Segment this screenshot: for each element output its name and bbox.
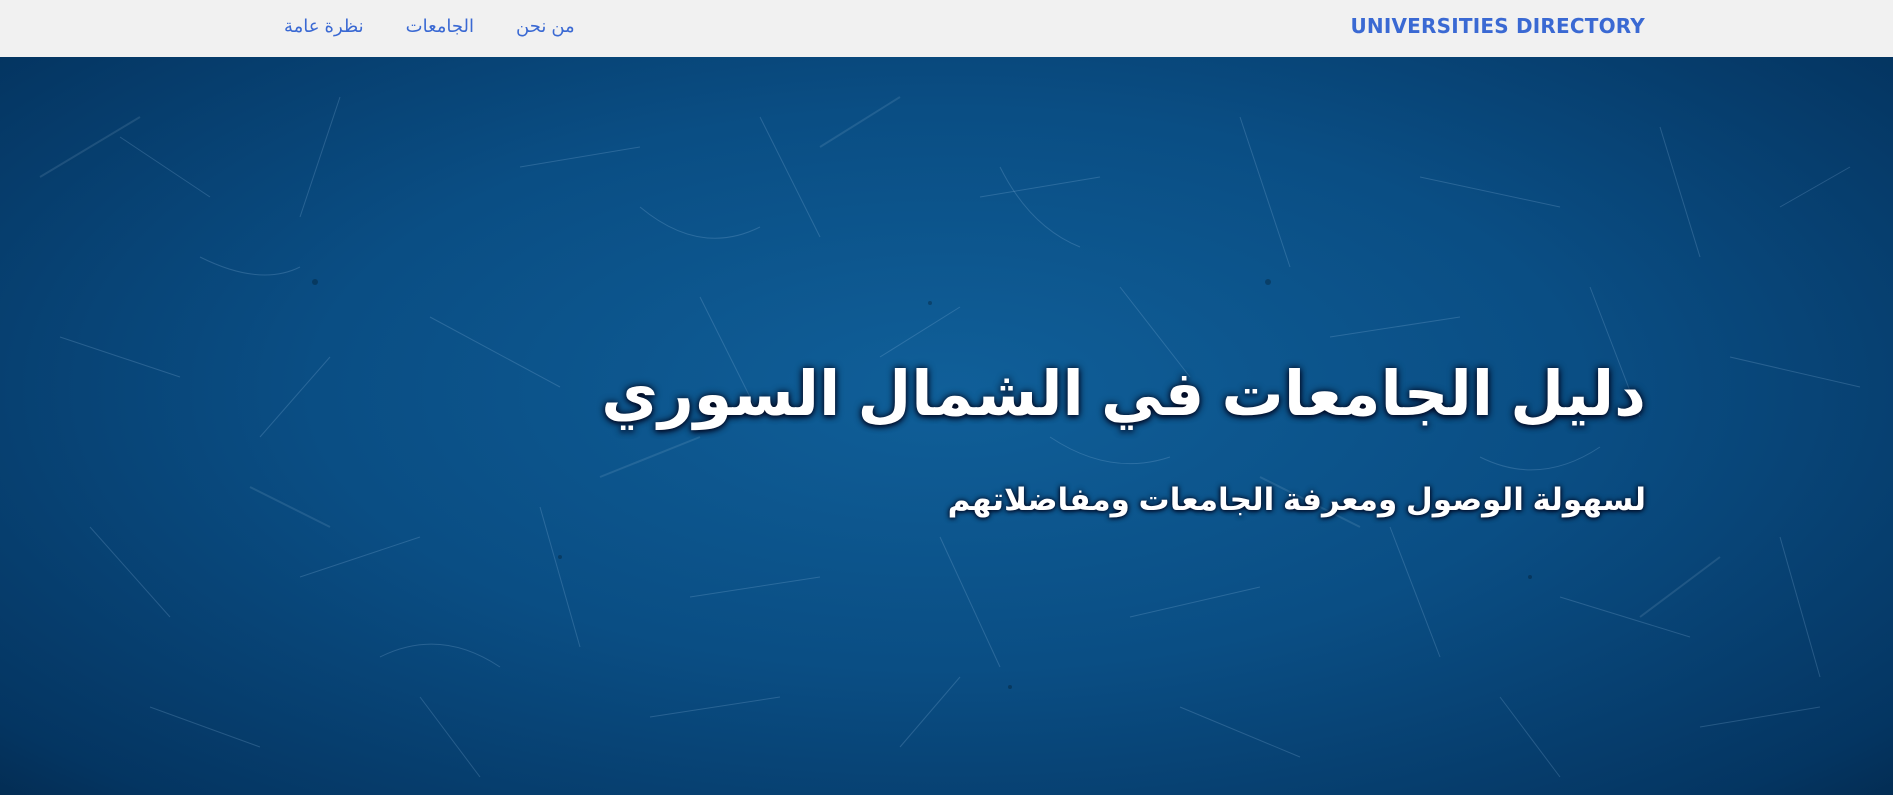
navbar: UNIVERSITIES DIRECTORY نظرة عامة الجامعا… bbox=[0, 0, 1893, 57]
hero-title: دليل الجامعات في الشمال السوري bbox=[601, 360, 1646, 429]
hero-section: دليل الجامعات في الشمال السوري لسهولة ال… bbox=[0, 57, 1893, 795]
nav-links: نظرة عامة الجامعات من نحن bbox=[284, 16, 575, 37]
nav-link-about[interactable]: من نحن bbox=[516, 16, 575, 37]
nav-link-universities[interactable]: الجامعات bbox=[406, 16, 474, 37]
nav-link-overview[interactable]: نظرة عامة bbox=[284, 16, 364, 37]
brand-link[interactable]: UNIVERSITIES DIRECTORY bbox=[1350, 14, 1645, 38]
hero-subtitle: لسهولة الوصول ومعرفة الجامعات ومفاضلاتهم bbox=[947, 482, 1646, 517]
